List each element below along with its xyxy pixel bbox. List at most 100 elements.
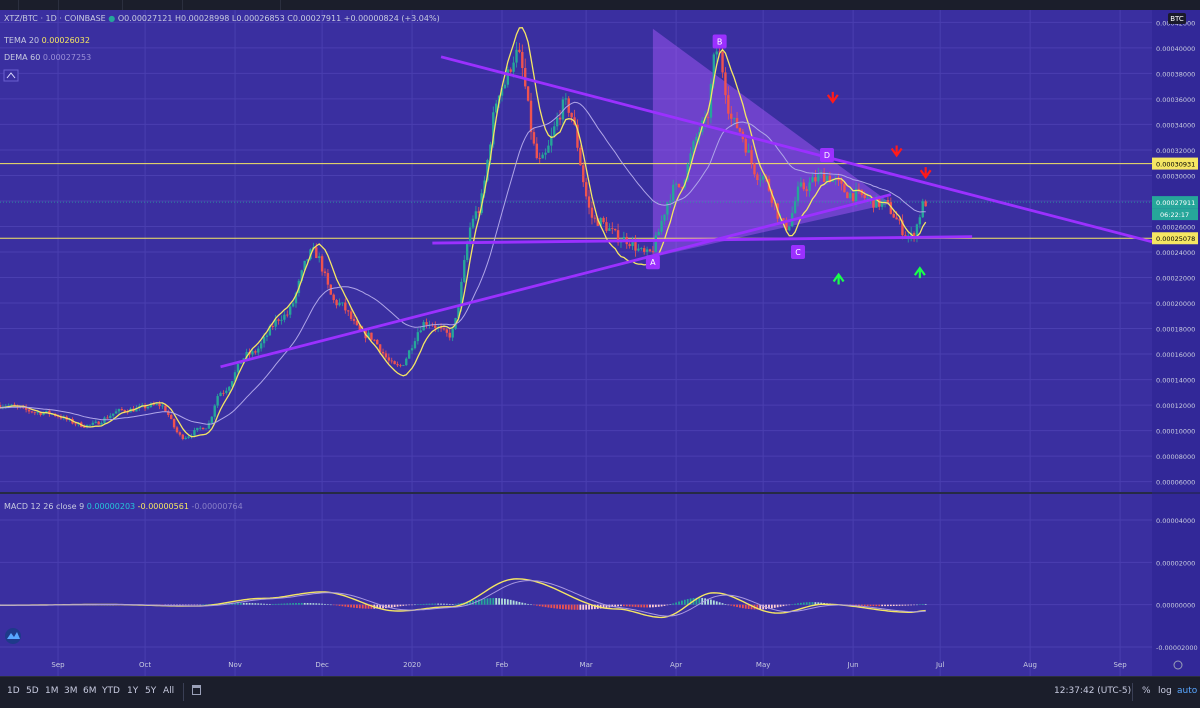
candle-body <box>265 335 269 337</box>
macd-histogram-bar <box>770 604 773 609</box>
candle-body <box>802 182 805 190</box>
time-tick-label: Feb <box>496 661 509 669</box>
macd-histogram-bar <box>678 601 680 605</box>
macd-histogram-bar <box>419 604 422 605</box>
macd-histogram-bar <box>898 604 901 606</box>
timeframe-1y[interactable]: 1Y <box>127 686 138 696</box>
candle-body <box>254 351 257 353</box>
timeframe-1m[interactable]: 1M <box>45 686 59 696</box>
candle-body <box>396 364 399 366</box>
candle-body <box>352 318 356 321</box>
macd-legend[interactable]: MACD 12 26 close 9 0.00000203 -0.0000056… <box>4 502 243 511</box>
candle-body <box>434 325 437 329</box>
macd-histogram-bar <box>721 603 724 605</box>
macd-histogram-bar <box>622 604 625 607</box>
macd-histogram-bar <box>527 603 530 605</box>
price-axis-panel[interactable] <box>1152 10 1200 676</box>
macd-histogram-bar <box>779 604 782 607</box>
price-tick-label: 0.00036000 <box>1156 96 1195 104</box>
macd-histogram-bar <box>637 604 640 608</box>
timeframe-all[interactable]: All <box>163 686 174 696</box>
candle-body <box>332 294 335 301</box>
chart-background <box>0 10 1200 676</box>
macd-histogram-bar <box>901 604 904 606</box>
candle-body <box>756 174 759 181</box>
candle-body <box>442 328 446 330</box>
price-tick-label: 0.00038000 <box>1156 70 1195 78</box>
macd-histogram-bar <box>701 597 704 605</box>
macd-histogram-bar <box>292 603 294 605</box>
macd-histogram-bar <box>916 604 918 606</box>
macd-histogram-bar <box>280 603 283 605</box>
auto-toggle[interactable]: auto <box>1177 686 1197 696</box>
macd-histogram-bar <box>860 604 863 606</box>
candle-body <box>657 231 660 236</box>
macd-histogram-bar <box>559 604 561 609</box>
candle-body <box>843 183 846 193</box>
candle-body <box>474 211 478 219</box>
candle-body <box>715 51 718 55</box>
candle-body <box>94 421 97 423</box>
macd-histogram-bar <box>495 598 498 605</box>
tradingview-logo-icon[interactable] <box>5 628 21 644</box>
candle-body <box>225 390 228 393</box>
macd-histogram-bar <box>872 604 875 607</box>
pane-divider[interactable] <box>0 492 1200 494</box>
macd-histogram-bar <box>297 602 300 605</box>
macd-histogram-bar <box>239 602 242 605</box>
macd-histogram-bar <box>884 604 886 607</box>
time-tick-label: May <box>756 661 770 669</box>
timeframe-ytd[interactable]: YTD <box>102 686 120 696</box>
candle-body <box>172 418 176 428</box>
macd-histogram-bar <box>646 604 648 608</box>
macd-histogram-bar <box>715 601 718 605</box>
macd-histogram-bar <box>396 604 399 607</box>
macd-histogram-bar <box>666 604 669 606</box>
candle-body <box>219 392 222 397</box>
macd-histogram-bar <box>550 604 553 608</box>
dema-legend[interactable]: DEMA 60 0.00027253 <box>4 53 91 62</box>
timeframe-5y[interactable]: 5Y <box>145 686 156 696</box>
log-toggle[interactable]: log <box>1158 686 1172 696</box>
candle-body <box>805 189 808 191</box>
macd-histogram-bar <box>654 604 657 608</box>
clock-time[interactable]: 12:37:42 (UTC-5) <box>1054 686 1131 696</box>
candle-body <box>637 248 640 251</box>
timeframe-1d[interactable]: 1D <box>7 686 20 696</box>
candle-body <box>103 417 106 423</box>
macd-histogram-bar <box>921 603 924 605</box>
macd-histogram-bar <box>640 604 643 608</box>
percent-toggle[interactable]: % <box>1142 686 1151 696</box>
candle-body <box>259 343 263 349</box>
candle-body <box>347 310 350 312</box>
candle-body <box>91 422 95 425</box>
calendar-icon[interactable] <box>192 685 201 695</box>
candle-body <box>376 339 379 345</box>
collapse-legend-icon[interactable] <box>3 69 19 82</box>
macd-histogram-bar <box>483 598 486 605</box>
symbol-title[interactable]: XTZ/BTC · 1D · COINBASE <box>4 14 106 23</box>
timeframe-5d[interactable]: 5D <box>26 686 39 696</box>
timeframe-3m[interactable]: 3M <box>64 686 78 696</box>
candle-body <box>535 143 539 159</box>
candle-body <box>645 249 649 252</box>
macd-histogram-bar <box>196 604 199 606</box>
macd-histogram-bar <box>254 603 257 605</box>
upper-line-price-tag: 0.00030931 <box>1156 161 1195 169</box>
price-chart[interactable]: ABCD 0.000420000.000400000.000380000.000… <box>0 0 1200 676</box>
timeframe-6m[interactable]: 6M <box>83 686 97 696</box>
candle-body <box>370 332 373 340</box>
candle-body <box>448 332 451 338</box>
macd-histogram-bar <box>257 603 260 605</box>
macd-histogram-bar <box>881 604 884 607</box>
macd-histogram-bar <box>440 603 442 605</box>
macd-histogram-bar <box>431 603 434 605</box>
macd-histogram-bar <box>669 604 672 605</box>
macd-histogram-bar <box>773 604 776 608</box>
macd-value-1: 0.00000203 <box>86 502 136 511</box>
macd-histogram-bar <box>710 599 712 605</box>
candle-body <box>674 183 678 185</box>
time-tick-label: Mar <box>580 661 593 669</box>
candle-body <box>320 256 324 272</box>
tema-legend[interactable]: TEMA 20 0.00026032 <box>4 36 90 45</box>
